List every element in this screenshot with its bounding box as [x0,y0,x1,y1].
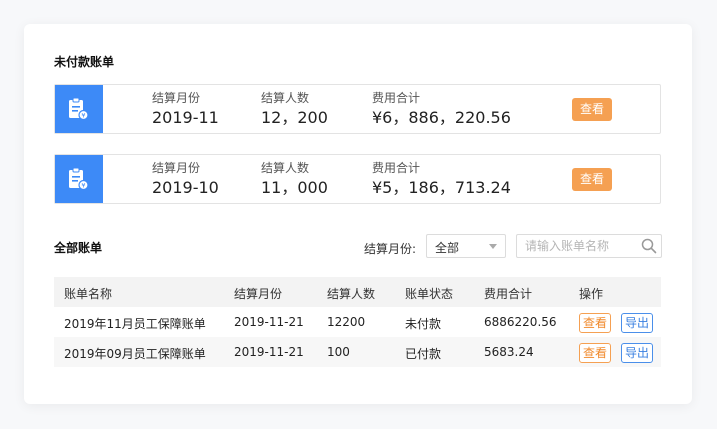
bill-name-cell: 2019年11月员工保障账单 [64,317,206,331]
bills-panel: 未付款账单 ¥ 结算月份 2019-11 结算人数 12，200 费用合计 ¥6… [24,24,692,404]
settlement-people-field: 结算人数 11，000 [261,161,328,199]
table-header: 账单名称 结算月份 结算人数 账单状态 费用合计 操作 [54,277,661,307]
bill-name-search [516,234,662,258]
table-row: 2019年11月员工保障账单 2019-11-21 12200 未付款 6886… [54,307,661,337]
settlement-month-label: 结算月份 [152,91,201,105]
settlement-month-value: 2019-10 [152,178,219,197]
settlement-people-value: 11，000 [261,178,328,197]
total-cost-field: 费用合计 ¥6，886，220.56 [372,91,511,129]
column-header-month: 结算月份 [234,287,283,301]
search-input[interactable] [525,238,635,254]
view-bill-button[interactable]: 查看 [572,98,612,121]
column-header-cost: 费用合计 [484,287,533,301]
settlement-people-label: 结算人数 [261,161,310,175]
settlement-month-label: 结算月份 [152,161,201,175]
bill-status-cell: 未付款 [405,317,442,331]
view-bill-button[interactable]: 查看 [572,168,612,191]
table-row: 2019年09月员工保障账单 2019-11-21 100 已付款 5683.2… [54,337,661,367]
bill-cost-cell: 5683.24 [484,345,534,359]
svg-text:¥: ¥ [81,181,85,189]
chevron-down-icon [489,244,497,249]
search-icon[interactable] [641,238,657,258]
column-header-actions: 操作 [579,287,604,301]
month-filter-label: 结算月份: [364,242,417,256]
export-button[interactable]: 导出 [621,313,653,333]
svg-text:¥: ¥ [81,111,85,119]
all-bills-table: 账单名称 结算月份 结算人数 账单状态 费用合计 操作 2019年11月员工保障… [54,277,661,367]
bill-name-cell: 2019年09月员工保障账单 [64,347,206,361]
unpaid-bill-card: ¥ 结算月份 2019-10 结算人数 11，000 费用合计 ¥5，186，7… [54,154,661,204]
bill-clipboard-icon: ¥ [55,85,103,133]
total-cost-field: 费用合计 ¥5，186，713.24 [372,161,511,199]
month-filter-value: 全部 [435,241,460,255]
total-cost-value: ¥6，886，220.56 [372,108,511,127]
settlement-people-value: 12，200 [261,108,328,127]
bill-month-cell: 2019-11-21 [234,315,304,329]
bill-people-cell: 12200 [327,315,366,329]
unpaid-bill-card: ¥ 结算月份 2019-11 结算人数 12，200 费用合计 ¥6，886，2… [54,84,661,134]
settlement-month-value: 2019-11 [152,108,219,127]
column-header-name: 账单名称 [64,287,113,301]
bill-people-cell: 100 [327,345,350,359]
settlement-people-label: 结算人数 [261,91,310,105]
total-cost-label: 费用合计 [372,91,421,105]
total-cost-label: 费用合计 [372,161,421,175]
bill-clipboard-icon: ¥ [55,155,103,203]
column-header-people: 结算人数 [327,287,376,301]
all-bills-title: 全部账单 [54,241,103,255]
view-button[interactable]: 查看 [579,343,611,363]
total-cost-value: ¥5，186，713.24 [372,178,511,197]
bill-month-cell: 2019-11-21 [234,345,304,359]
settlement-month-field: 结算月份 2019-11 [152,91,219,129]
settlement-people-field: 结算人数 12，200 [261,91,328,129]
settlement-month-field: 结算月份 2019-10 [152,161,219,199]
month-filter-select[interactable]: 全部 [426,234,506,258]
bill-cost-cell: 6886220.56 [484,315,557,329]
view-button[interactable]: 查看 [579,313,611,333]
bill-status-cell: 已付款 [405,347,442,361]
unpaid-bills-title: 未付款账单 [54,55,115,69]
export-button[interactable]: 导出 [621,343,653,363]
column-header-status: 账单状态 [405,287,454,301]
